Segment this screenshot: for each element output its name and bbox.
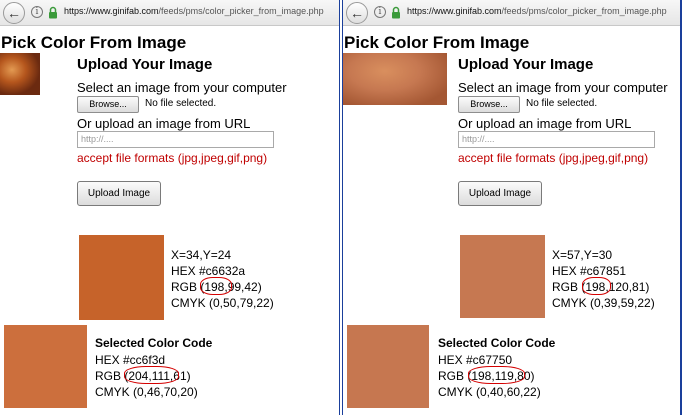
url-upload-text: Or upload an image from URL: [77, 116, 251, 131]
upload-heading: Upload Your Image: [458, 56, 594, 73]
address-bar[interactable]: https://www.ginifab.com/feeds/pms/color_…: [407, 6, 667, 16]
address-bar[interactable]: https://www.ginifab.com/feeds/pms/color_…: [64, 6, 324, 16]
url-upload-text: Or upload an image from URL: [458, 116, 632, 131]
picked-coords: X=57,Y=30: [552, 248, 613, 262]
selected-cmyk: CMYK (0,46,70,20): [95, 385, 198, 399]
accepted-formats-text: accept file formats (jpg,jpeg,gif,png): [458, 151, 649, 165]
image-url-input[interactable]: http://....: [77, 131, 274, 148]
uploaded-image-thumbnail[interactable]: [0, 53, 40, 95]
selected-color-swatch: [4, 325, 87, 408]
picked-color-swatch: [460, 235, 545, 318]
browser-panel-left: ← i https://www.ginifab.com/feeds/pms/co…: [0, 0, 340, 415]
browse-button[interactable]: Browse...: [458, 96, 520, 113]
url-domain: https://www.ginifab.com: [64, 6, 159, 16]
upload-image-button[interactable]: Upload Image: [458, 181, 542, 206]
upload-image-button[interactable]: Upload Image: [77, 181, 161, 206]
picked-hex: HEX #c6632a: [171, 264, 246, 278]
page-title: Pick Color From Image: [344, 33, 530, 52]
accepted-formats-text: accept file formats (jpg,jpeg,gif,png): [77, 151, 268, 165]
selected-color-swatch: [347, 325, 429, 408]
url-domain: https://www.ginifab.com: [407, 6, 502, 16]
no-file-text: No file selected.: [526, 98, 598, 109]
selected-cmyk: CMYK (0,40,60,22): [438, 385, 541, 399]
selected-color-title: Selected Color Code: [95, 336, 213, 350]
info-icon[interactable]: i: [374, 6, 386, 18]
back-arrow-icon[interactable]: ←: [3, 2, 25, 24]
picked-cmyk: CMYK (0,39,59,22): [552, 296, 655, 310]
annotation-circle: [200, 277, 232, 295]
annotation-circle: [582, 277, 611, 295]
upload-heading: Upload Your Image: [77, 56, 213, 73]
lock-icon: [49, 6, 57, 19]
url-path: /feeds/pms/color_picker_from_image.php: [501, 6, 667, 16]
back-arrow-icon[interactable]: ←: [346, 2, 368, 24]
image-url-input[interactable]: http://....: [458, 131, 655, 148]
browser-toolbar: ← i https://www.ginifab.com/feeds/pms/co…: [343, 0, 680, 26]
no-file-text: No file selected.: [145, 98, 217, 109]
annotation-circle: [124, 366, 179, 384]
selected-color-title: Selected Color Code: [438, 336, 556, 350]
picked-color-swatch: [79, 235, 164, 320]
uploaded-image-thumbnail[interactable]: [343, 53, 447, 105]
picked-hex: HEX #c67851: [552, 264, 627, 278]
info-icon[interactable]: i: [31, 6, 43, 18]
selected-hex: HEX #cc6f3d: [95, 353, 166, 367]
picked-cmyk: CMYK (0,50,79,22): [171, 296, 274, 310]
browser-panel-right: ← i https://www.ginifab.com/feeds/pms/co…: [342, 0, 682, 415]
selected-hex: HEX #c67750: [438, 353, 513, 367]
select-image-text: Select an image from your computer: [77, 80, 287, 95]
select-image-text: Select an image from your computer: [458, 80, 668, 95]
browse-button[interactable]: Browse...: [77, 96, 139, 113]
page-title: Pick Color From Image: [1, 33, 187, 52]
browser-toolbar: ← i https://www.ginifab.com/feeds/pms/co…: [0, 0, 339, 26]
annotation-circle: [468, 366, 525, 384]
url-path: /feeds/pms/color_picker_from_image.php: [158, 6, 324, 16]
lock-icon: [392, 6, 400, 19]
picked-coords: X=34,Y=24: [171, 248, 232, 262]
